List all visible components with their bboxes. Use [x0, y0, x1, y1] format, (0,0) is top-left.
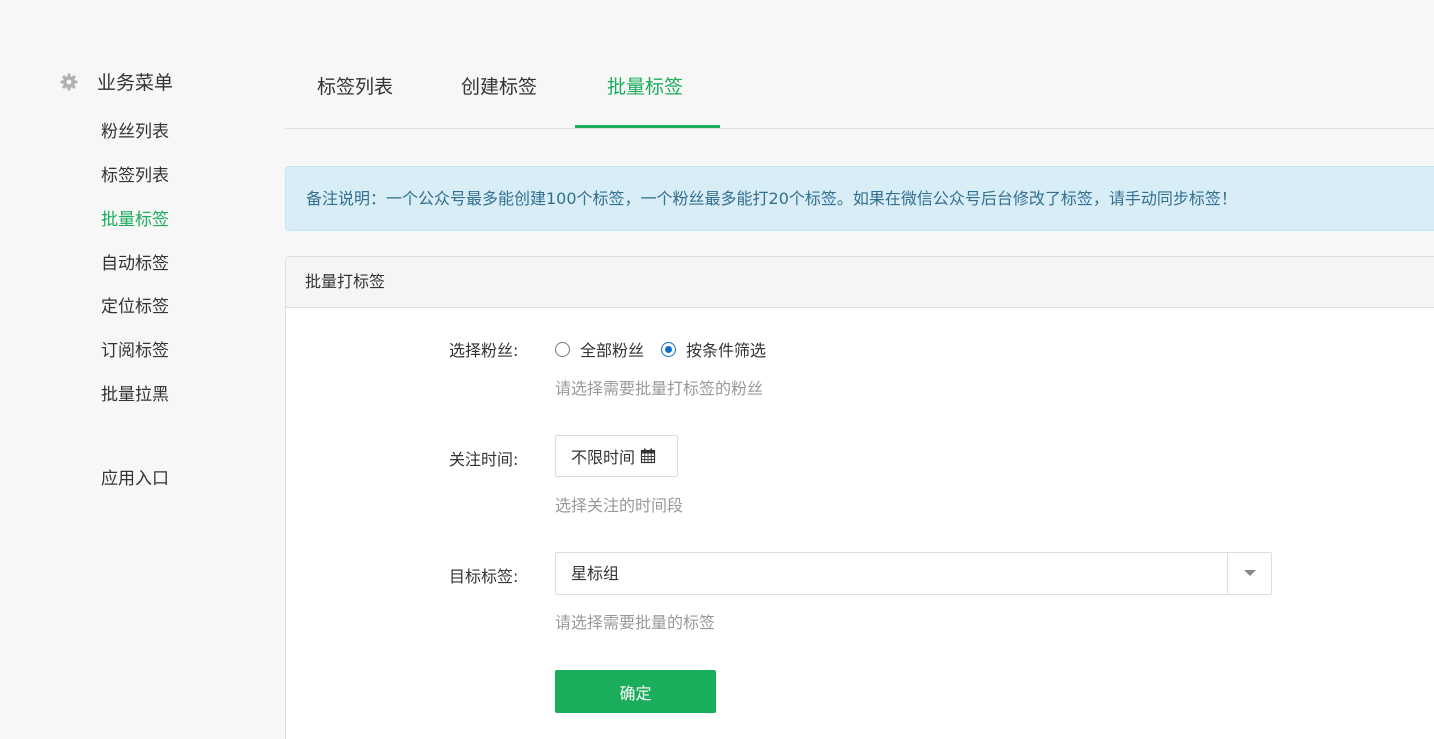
sidebar-item-tag-list[interactable]: 标签列表 [101, 161, 169, 186]
batch-tag-panel: 批量打标签 选择粉丝: 全部粉丝 按条件筛选 请选择需要批量打标签的粉丝 关注时… [285, 256, 1434, 739]
fans-label: 选择粉丝: [449, 341, 519, 360]
target-tag-help-text: 请选择需要批量的标签 [555, 613, 716, 632]
radio-all-fans-label: 全部粉丝 [580, 341, 645, 360]
tab-tag-list[interactable]: 标签列表 [317, 72, 393, 99]
tab-batch-tag[interactable]: 批量标签 [607, 72, 683, 99]
radio-all-fans[interactable]: 全部粉丝 [555, 337, 644, 361]
active-tab-indicator [575, 125, 720, 128]
sidebar-item-app-entry[interactable]: 应用入口 [101, 464, 169, 489]
target-tag-label: 目标标签: [449, 567, 519, 586]
radio-all-fans-circle[interactable] [555, 341, 570, 357]
calendar-icon [640, 448, 656, 464]
follow-time-picker[interactable]: 不限时间 [555, 435, 678, 477]
sidebar-item-fans-list[interactable]: 粉丝列表 [101, 117, 169, 142]
target-tag-select[interactable]: 星标组 [555, 552, 1272, 595]
radio-filter-fans[interactable]: 按条件筛选 [661, 337, 766, 361]
sidebar-header: 业务菜单 [60, 68, 173, 95]
caret-down-icon[interactable] [1227, 553, 1271, 594]
fans-help-text: 请选择需要批量打标签的粉丝 [555, 379, 764, 398]
sidebar: 业务菜单 粉丝列表 标签列表 批量标签 自动标签 定位标签 订阅标签 批量拉黑 … [0, 0, 285, 739]
radio-filter-fans-circle[interactable] [661, 341, 677, 357]
notice-alert: 备注说明：一个公众号最多能创建100个标签，一个粉丝最多能打20个标签。如果在微… [285, 166, 1434, 231]
sidebar-item-auto-tag[interactable]: 自动标签 [101, 249, 169, 274]
sidebar-item-batch-block[interactable]: 批量拉黑 [101, 380, 169, 405]
follow-time-help-text: 选择关注的时间段 [555, 496, 684, 515]
follow-time-label: 关注时间: [449, 450, 519, 469]
panel-heading: 批量打标签 [286, 257, 1434, 308]
main-content: 标签列表 创建标签 批量标签 备注说明：一个公众号最多能创建100个标签，一个粉… [285, 0, 1434, 739]
gear-icon [60, 73, 78, 91]
sidebar-item-subscribe-tag[interactable]: 订阅标签 [101, 336, 169, 361]
sidebar-title: 业务菜单 [97, 72, 174, 94]
radio-filter-fans-label: 按条件筛选 [686, 341, 767, 360]
sidebar-item-location-tag[interactable]: 定位标签 [101, 292, 169, 317]
tab-bar: 标签列表 创建标签 批量标签 [285, 0, 1434, 129]
target-tag-value: 星标组 [571, 564, 620, 583]
sidebar-item-batch-tag[interactable]: 批量标签 [101, 205, 169, 230]
confirm-button[interactable]: 确定 [555, 670, 716, 713]
fans-radio-group: 全部粉丝 按条件筛选 [555, 337, 766, 361]
follow-time-value: 不限时间 [571, 448, 636, 467]
tab-create-tag[interactable]: 创建标签 [461, 72, 537, 99]
